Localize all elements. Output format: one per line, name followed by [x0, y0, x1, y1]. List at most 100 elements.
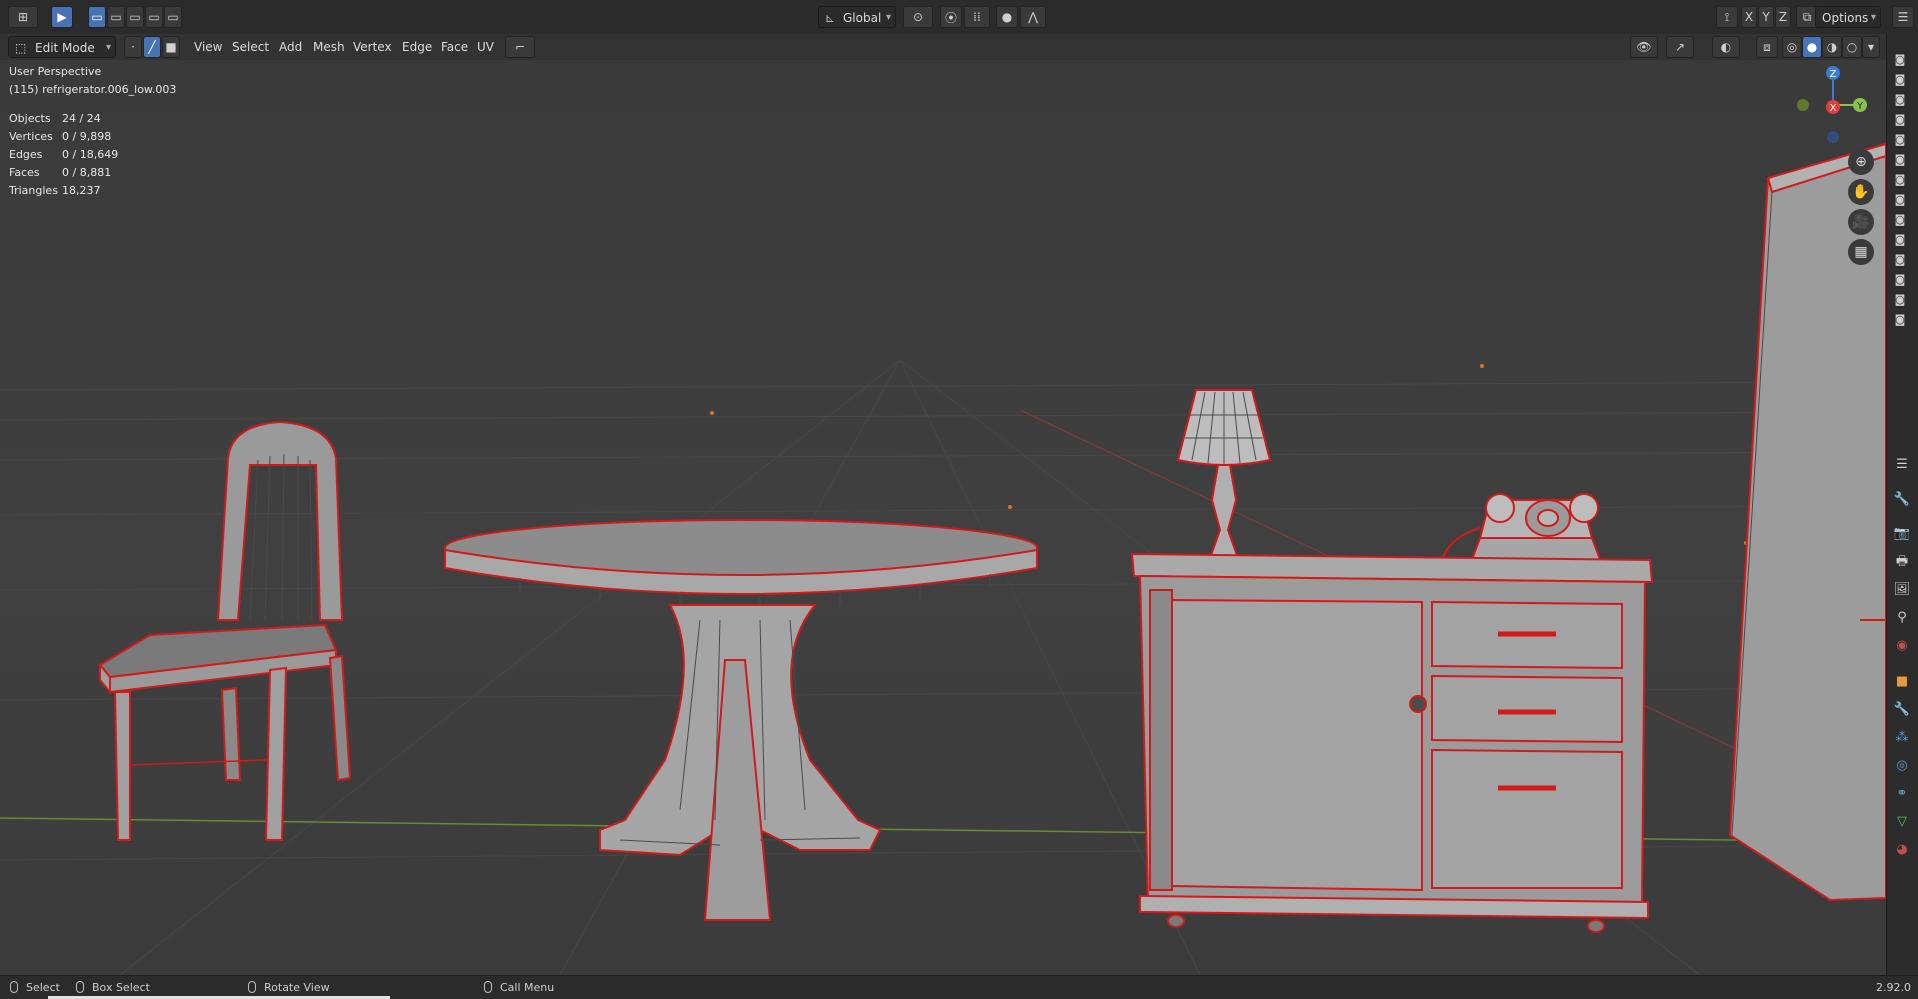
menu-edge[interactable]: Edge: [396, 37, 438, 57]
wireframe-shading-icon[interactable]: ◎: [1782, 36, 1802, 58]
menu-view[interactable]: View: [188, 37, 228, 57]
mirror-icon[interactable]: ⟟: [1716, 6, 1738, 28]
menu-face[interactable]: Face: [435, 37, 474, 57]
material-properties-icon[interactable]: ◕: [1892, 840, 1912, 860]
physics-properties-icon[interactable]: ◎: [1892, 756, 1912, 776]
world-properties-icon[interactable]: ◉: [1892, 636, 1912, 656]
shading-options-icon[interactable]: ▾: [1862, 36, 1880, 58]
mouse-drag-icon: [76, 981, 84, 993]
output-properties-icon[interactable]: 🖶: [1892, 552, 1912, 572]
options-dropdown[interactable]: Options ▾: [1815, 6, 1881, 28]
stat-value: 0 / 18,649: [62, 148, 119, 161]
stat-label: Objects: [9, 112, 51, 125]
camera-visibility-icon[interactable]: ◙: [1893, 194, 1907, 206]
camera-visibility-icon[interactable]: ◙: [1893, 54, 1907, 66]
editor-type-icon[interactable]: ⊞: [8, 6, 38, 28]
falloff-icon[interactable]: ⋀: [1020, 6, 1046, 28]
scene-canvas: [0, 142, 1886, 975]
transform-orientation-dropdown[interactable]: ⊾ Global ▾: [818, 6, 896, 28]
zoom-icon[interactable]: ⊕: [1848, 149, 1874, 175]
modifier-properties-icon[interactable]: 🔧: [1892, 700, 1912, 720]
sideboard-cabinet-mesh[interactable]: [1130, 552, 1654, 933]
navigation-gizmo[interactable]: Z Y X: [1758, 60, 1868, 150]
transform-orientation-label: Global: [843, 11, 882, 25]
visibility-icon[interactable]: 👁: [1630, 36, 1658, 58]
tool-settings-icon[interactable]: 🔧: [1892, 490, 1912, 510]
stat-value: 0 / 8,881: [62, 166, 112, 179]
gizmo-neg-y-handle[interactable]: [1797, 99, 1809, 111]
constraints-properties-icon[interactable]: ⚭: [1892, 784, 1912, 804]
render-properties-icon[interactable]: 📷: [1892, 524, 1912, 544]
overlays-icon[interactable]: ◐: [1712, 36, 1740, 58]
stat-row: Edges 0 / 18,649: [9, 146, 118, 164]
round-table-mesh[interactable]: [444, 519, 1038, 921]
snap-target-icon[interactable]: ⁞⁞: [964, 6, 990, 28]
particles-properties-icon[interactable]: ⁂: [1892, 728, 1912, 748]
edge-select-icon[interactable]: ╱: [143, 36, 161, 58]
stat-label: Faces: [9, 166, 40, 179]
curve-dropdown-icon[interactable]: ⌐: [505, 36, 535, 58]
stat-row: Faces 0 / 8,881: [9, 164, 118, 182]
stat-label: Vertices: [9, 130, 53, 143]
axis-z-toggle[interactable]: Z: [1775, 6, 1791, 28]
camera-visibility-icon[interactable]: ◙: [1893, 254, 1907, 266]
sidebar-toggle-icon[interactable]: ☰: [1892, 6, 1914, 28]
solid-shading-icon[interactable]: ●: [1802, 36, 1822, 58]
axis-x-toggle[interactable]: X: [1741, 6, 1757, 28]
proportional-edit-icon[interactable]: ●: [996, 6, 1018, 28]
perspective-toggle-icon[interactable]: ▦: [1848, 239, 1874, 265]
blender-version: 2.92.0: [1876, 981, 1911, 994]
snap-toggle-icon[interactable]: ⦿: [940, 6, 962, 28]
camera-visibility-icon[interactable]: ◙: [1893, 214, 1907, 226]
menu-uv[interactable]: UV: [471, 37, 500, 57]
status-call-menu: Call Menu: [484, 980, 554, 995]
top-toolbar: ⊞ ▶ ▭ ▭ ▭ ▭ ▭ ⊾ Global ▾ ⊙ ⦿ ⁞⁞ ● ⋀ ⟟ X …: [0, 0, 1918, 35]
properties-editor-icon[interactable]: ☰: [1892, 455, 1912, 475]
status-box-select-label: Box Select: [92, 981, 150, 994]
menu-add[interactable]: Add: [273, 37, 308, 57]
gizmo-toggle-icon[interactable]: ↗: [1666, 36, 1694, 58]
face-select-icon[interactable]: ■: [162, 36, 180, 58]
material-shading-icon[interactable]: ◑: [1822, 36, 1842, 58]
camera-visibility-icon[interactable]: ◙: [1893, 274, 1907, 286]
rendered-shading-icon[interactable]: ○: [1842, 36, 1862, 58]
view-name: User Perspective: [9, 65, 102, 78]
vertex-select-icon[interactable]: ·: [124, 36, 142, 58]
status-select: Select: [10, 980, 60, 995]
pivot-point-icon[interactable]: ⊙: [903, 6, 933, 28]
camera-visibility-icon[interactable]: ◙: [1893, 114, 1907, 126]
select-extend-icon[interactable]: ▭: [107, 6, 125, 28]
camera-visibility-icon[interactable]: ◙: [1893, 314, 1907, 326]
menu-vertex[interactable]: Vertex: [347, 37, 398, 57]
pan-hand-icon[interactable]: ✋: [1848, 179, 1874, 205]
scene-properties-icon[interactable]: ⚲: [1892, 608, 1912, 628]
mesh-data-icon[interactable]: ▽: [1892, 812, 1912, 832]
camera-visibility-icon[interactable]: ◙: [1893, 294, 1907, 306]
camera-visibility-icon[interactable]: ◙: [1893, 94, 1907, 106]
select-tool-icon[interactable]: ▶: [51, 6, 73, 28]
stat-value: 0 / 9,898: [62, 130, 112, 143]
menu-select[interactable]: Select: [226, 37, 275, 57]
table-lamp-mesh[interactable]: [1176, 389, 1272, 559]
xray-icon[interactable]: ⧈: [1756, 36, 1778, 58]
camera-visibility-icon[interactable]: ◙: [1893, 74, 1907, 86]
axis-y-toggle[interactable]: Y: [1758, 6, 1774, 28]
select-invert-icon[interactable]: ▭: [145, 6, 163, 28]
3d-viewport[interactable]: User Perspective (115) refrigerator.006_…: [0, 60, 1886, 975]
stat-row: Triangles 18,237: [9, 182, 118, 200]
mode-dropdown[interactable]: ⬚ Edit Mode ▾: [8, 36, 116, 58]
camera-visibility-icon[interactable]: ◙: [1893, 134, 1907, 146]
camera-visibility-icon[interactable]: ◙: [1893, 234, 1907, 246]
camera-view-icon[interactable]: 🎥: [1848, 209, 1874, 235]
camera-visibility-icon[interactable]: ◙: [1893, 154, 1907, 166]
menu-mesh[interactable]: Mesh: [307, 37, 351, 57]
gizmo-neg-z-handle[interactable]: [1827, 131, 1839, 143]
mode-label: Edit Mode: [35, 41, 95, 55]
camera-visibility-icon[interactable]: ◙: [1893, 174, 1907, 186]
select-subtract-icon[interactable]: ▭: [126, 6, 144, 28]
chair-mesh[interactable]: [98, 420, 352, 841]
object-properties-icon[interactable]: ■: [1892, 672, 1912, 692]
select-new-icon[interactable]: ▭: [88, 6, 106, 28]
select-intersect-icon[interactable]: ▭: [164, 6, 182, 28]
view-layer-icon[interactable]: 🖼: [1892, 580, 1912, 600]
